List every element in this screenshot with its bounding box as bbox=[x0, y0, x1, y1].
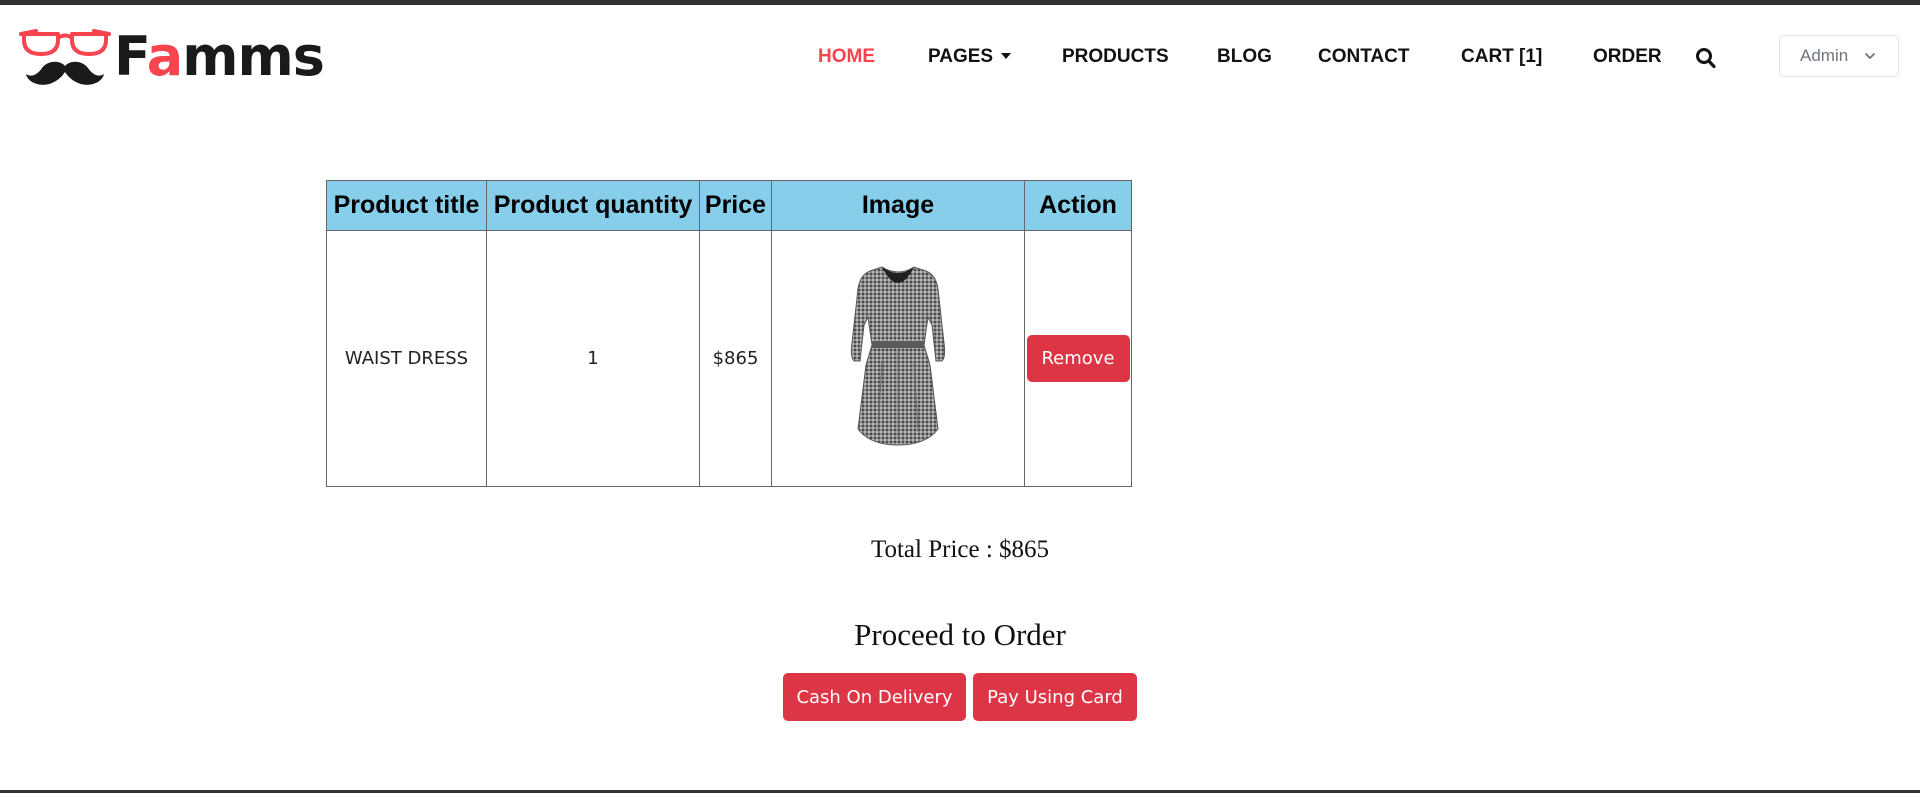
cell-product-quantity: 1 bbox=[486, 230, 700, 487]
nav-pages-label: PAGES bbox=[928, 46, 994, 67]
header-image: Image bbox=[771, 180, 1025, 231]
admin-dropdown-button[interactable]: Admin bbox=[1779, 35, 1899, 77]
header-product-title: Product title bbox=[326, 180, 487, 231]
brand-name: Famms bbox=[114, 25, 325, 88]
nav-pages[interactable]: PAGES bbox=[928, 44, 1012, 70]
search-icon[interactable] bbox=[1695, 46, 1717, 70]
top-border bbox=[0, 0, 1920, 5]
nav-cart[interactable]: CART [1] bbox=[1461, 44, 1542, 70]
admin-label: Admin bbox=[1800, 46, 1849, 65]
proceed-heading: Proceed to Order bbox=[854, 617, 1066, 652]
header-price: Price bbox=[699, 180, 772, 231]
cell-product-title: WAIST DRESS bbox=[326, 230, 487, 487]
nav-blog[interactable]: BLOG bbox=[1217, 44, 1272, 70]
table-header-row: Product title Product quantity Price Ima… bbox=[326, 180, 1132, 231]
pay-using-card-button[interactable]: Pay Using Card bbox=[973, 673, 1137, 721]
nav-products[interactable]: PRODUCTS bbox=[1062, 44, 1169, 70]
nav-home[interactable]: HOME bbox=[818, 44, 875, 70]
chevron-down-icon bbox=[1865, 53, 1875, 59]
header-action: Action bbox=[1024, 180, 1132, 231]
cart-table: Product title Product quantity Price Ima… bbox=[326, 180, 1132, 487]
table-row: WAIST DRESS 1 $865 Remove bbox=[326, 230, 1132, 487]
cell-price: $865 bbox=[699, 230, 772, 487]
brand-logo[interactable]: Famms bbox=[18, 26, 338, 88]
caret-down-icon bbox=[1001, 53, 1012, 59]
nav-order[interactable]: ORDER bbox=[1593, 44, 1662, 70]
nav-contact[interactable]: CONTACT bbox=[1318, 44, 1409, 70]
dress-image bbox=[850, 266, 946, 446]
cell-action: Remove bbox=[1024, 230, 1132, 487]
remove-button[interactable]: Remove bbox=[1026, 335, 1130, 382]
total-price: Total Price : $865 bbox=[870, 536, 1050, 563]
glasses-mustache-icon bbox=[19, 29, 111, 85]
cell-image bbox=[771, 230, 1025, 487]
cash-on-delivery-button[interactable]: Cash On Delivery bbox=[783, 673, 966, 721]
header-product-quantity: Product quantity bbox=[486, 180, 700, 231]
